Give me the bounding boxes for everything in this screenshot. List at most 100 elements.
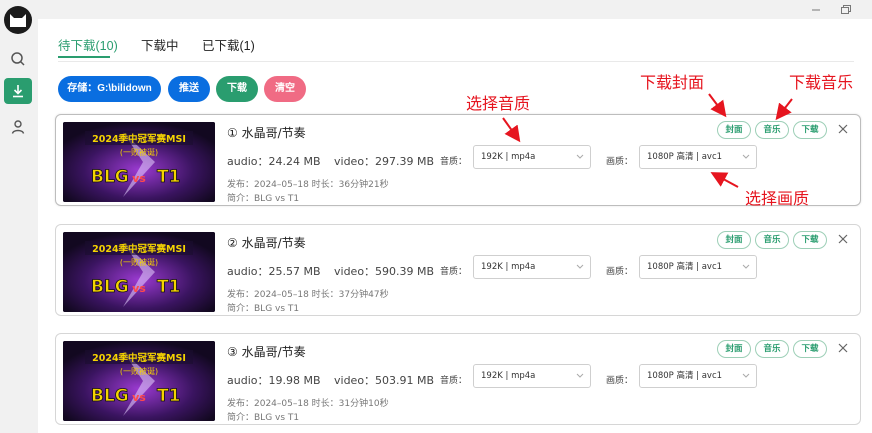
intro-text: 简介：BLG vs T1 bbox=[227, 194, 300, 204]
audio-quality-select[interactable]: 192K | mp4a bbox=[473, 145, 591, 169]
download-music-button[interactable]: 音乐 bbox=[755, 340, 789, 358]
download-item-card: 2024季中冠军赛MSI (一败被诞) BLG vs T1 ① 水晶哥/节奏 a… bbox=[55, 114, 861, 206]
tab-pending[interactable]: 待下载(10) bbox=[58, 35, 118, 58]
video-quality-label: 画质： bbox=[606, 157, 634, 167]
sidebar-item-download[interactable] bbox=[4, 78, 32, 104]
chevron-down-icon bbox=[742, 154, 750, 159]
thumb-vs: vs bbox=[132, 172, 146, 185]
annotation-download-cover: 下载封面 bbox=[640, 73, 705, 92]
item-title: ② 水晶哥/节奏 bbox=[227, 236, 306, 250]
download-cover-button[interactable]: 封面 bbox=[717, 340, 751, 358]
video-size: video：297.39 MB bbox=[334, 155, 435, 168]
thumb-team-left: BLG bbox=[91, 167, 129, 187]
audio-quality-value: 192K | mp4a bbox=[481, 262, 536, 272]
video-thumbnail: 2024季中冠军赛MSI (一败被诞) BLG vs T1 bbox=[63, 122, 215, 202]
annotation-select-video: 选择画质 bbox=[745, 189, 810, 208]
video-quality-select[interactable]: 1080P 高清 | avc1 bbox=[639, 255, 757, 279]
tab-downloaded[interactable]: 已下载(1) bbox=[202, 35, 255, 54]
thumb-team-left: BLG bbox=[91, 386, 129, 406]
download-music-button[interactable]: 音乐 bbox=[755, 121, 789, 139]
video-quality-value: 1080P 高清 | avc1 bbox=[647, 152, 723, 162]
chevron-down-icon bbox=[742, 373, 750, 378]
sidebar-item-user[interactable] bbox=[4, 114, 32, 140]
download-video-button[interactable]: 下载 bbox=[793, 231, 827, 249]
audio-quality-select[interactable]: 192K | mp4a bbox=[473, 364, 591, 388]
tab-downloaded-label: 已下载(1) bbox=[202, 39, 255, 53]
video-quality-value: 1080P 高清 | avc1 bbox=[647, 371, 723, 381]
minimize-icon bbox=[812, 9, 820, 11]
annotation-download-music: 下载音乐 bbox=[789, 73, 854, 92]
thumb-team-right: T1 bbox=[157, 167, 180, 187]
cat-logo-icon bbox=[10, 14, 26, 27]
audio-size: audio：19.98 MB bbox=[227, 374, 321, 387]
tab-downloading-label: 下载中 bbox=[141, 39, 179, 53]
audio-quality-label: 音质： bbox=[440, 267, 468, 277]
thumb-subtitle-text: (一败被诞) bbox=[120, 147, 158, 157]
tab-divider bbox=[58, 61, 854, 62]
download-cover-button[interactable]: 封面 bbox=[717, 231, 751, 249]
item-title: ① 水晶哥/节奏 bbox=[227, 126, 306, 140]
main-panel: 待下载(10) 下载中 已下载(1) 存储：G:\bilidown 推送 下载 … bbox=[38, 19, 872, 433]
push-button[interactable]: 推送 bbox=[168, 76, 210, 102]
video-quality-select[interactable]: 1080P 高清 | avc1 bbox=[639, 364, 757, 388]
video-thumbnail: 2024季中冠军赛MSI (一败被诞) BLG vs T1 bbox=[63, 341, 215, 421]
sidebar-item-search[interactable] bbox=[4, 46, 32, 72]
thumb-banner-text: 2024季中冠军赛MSI bbox=[92, 243, 186, 255]
annotation-select-audio: 选择音质 bbox=[466, 94, 531, 113]
video-quality-label: 画质： bbox=[606, 376, 634, 386]
search-icon bbox=[11, 52, 25, 66]
thumb-vs: vs bbox=[132, 282, 146, 295]
close-icon[interactable] bbox=[838, 234, 848, 244]
tab-downloading[interactable]: 下载中 bbox=[141, 35, 179, 54]
intro-text: 简介：BLG vs T1 bbox=[227, 304, 300, 314]
audio-size: audio：25.57 MB bbox=[227, 265, 321, 278]
download-cover-button[interactable]: 封面 bbox=[717, 121, 751, 139]
tab-active-indicator bbox=[58, 56, 110, 58]
video-size: video：503.91 MB bbox=[334, 374, 435, 387]
thumb-banner-text: 2024季中冠军赛MSI bbox=[92, 352, 186, 364]
app-logo bbox=[4, 6, 32, 34]
tab-pending-label: 待下载(10) bbox=[58, 39, 118, 53]
publish-info: 发布：2024–05–18 时长：31分钟10秒 bbox=[227, 399, 389, 409]
thumb-banner-text: 2024季中冠军赛MSI bbox=[92, 133, 186, 145]
download-all-button[interactable]: 下载 bbox=[216, 76, 258, 102]
publish-info: 发布：2024–05–18 时长：37分钟47秒 bbox=[227, 290, 389, 300]
close-icon[interactable] bbox=[838, 343, 848, 353]
video-size: video：590.39 MB bbox=[334, 265, 435, 278]
publish-info: 发布：2024–05–18 时长：36分钟21秒 bbox=[227, 180, 389, 190]
chevron-down-icon bbox=[576, 373, 584, 378]
thumb-subtitle-text: (一败被诞) bbox=[120, 366, 158, 376]
thumb-subtitle-text: (一败被诞) bbox=[120, 257, 158, 267]
thumb-vs: vs bbox=[132, 391, 146, 404]
video-quality-label: 画质： bbox=[606, 267, 634, 277]
clear-button[interactable]: 清空 bbox=[264, 76, 306, 102]
download-video-button[interactable]: 下载 bbox=[793, 121, 827, 139]
maximize-button[interactable] bbox=[838, 2, 854, 18]
video-quality-select[interactable]: 1080P 高清 | avc1 bbox=[639, 145, 757, 169]
chevron-down-icon bbox=[576, 264, 584, 269]
audio-size: audio：24.24 MB bbox=[227, 155, 321, 168]
user-icon bbox=[11, 120, 25, 134]
minimize-button[interactable] bbox=[808, 2, 824, 18]
download-music-button[interactable]: 音乐 bbox=[755, 231, 789, 249]
chevron-down-icon bbox=[742, 264, 750, 269]
restore-icon bbox=[841, 5, 851, 14]
thumb-team-right: T1 bbox=[157, 386, 180, 406]
audio-quality-label: 音质： bbox=[440, 157, 468, 167]
audio-quality-value: 192K | mp4a bbox=[481, 152, 536, 162]
close-icon[interactable] bbox=[838, 124, 848, 134]
item-title: ③ 水晶哥/节奏 bbox=[227, 345, 306, 359]
download-video-button[interactable]: 下载 bbox=[793, 340, 827, 358]
video-quality-value: 1080P 高清 | avc1 bbox=[647, 262, 723, 272]
storage-path-button[interactable]: 存储：G:\bilidown bbox=[58, 76, 161, 102]
audio-quality-select[interactable]: 192K | mp4a bbox=[473, 255, 591, 279]
download-item-card: 2024季中冠军赛MSI (一败被诞) BLG vs T1 ③ 水晶哥/节奏 a… bbox=[55, 333, 861, 425]
thumb-team-right: T1 bbox=[157, 277, 180, 297]
audio-quality-label: 音质： bbox=[440, 376, 468, 386]
download-item-card: 2024季中冠军赛MSI (一败被诞) BLG vs T1 ② 水晶哥/节奏 a… bbox=[55, 224, 861, 316]
video-thumbnail: 2024季中冠军赛MSI (一败被诞) BLG vs T1 bbox=[63, 232, 215, 312]
sidebar bbox=[0, 0, 36, 433]
intro-text: 简介：BLG vs T1 bbox=[227, 413, 300, 423]
thumb-team-left: BLG bbox=[91, 277, 129, 297]
audio-quality-value: 192K | mp4a bbox=[481, 371, 536, 381]
